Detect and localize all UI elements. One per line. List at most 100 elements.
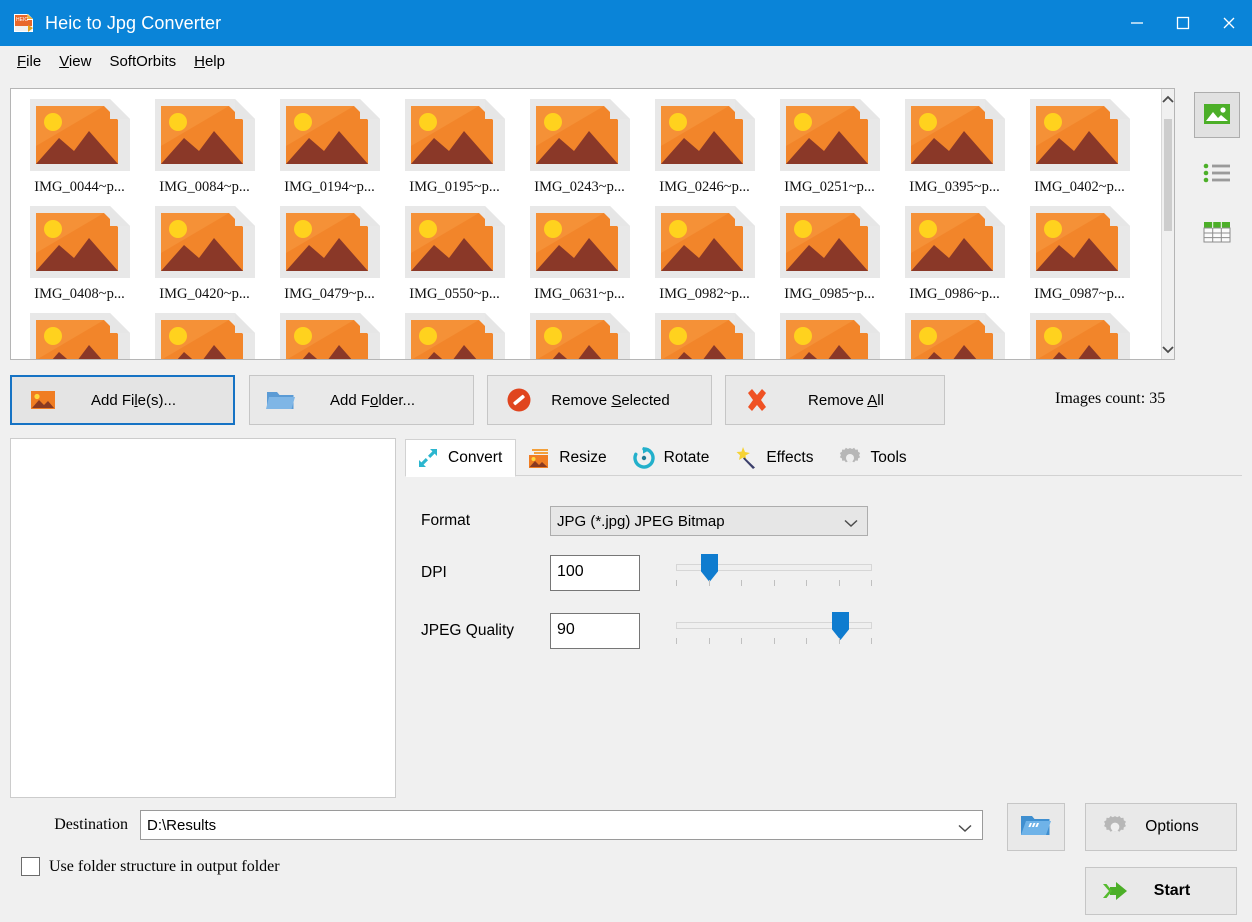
destination-combo-wrap[interactable] <box>140 810 983 840</box>
use-folder-structure-label: Use folder structure in output folder <box>49 858 280 876</box>
green-arrow-icon <box>1100 876 1130 906</box>
thumbnail-image <box>526 95 634 175</box>
thumbnail-item[interactable] <box>892 309 1017 359</box>
thumbnail-item[interactable] <box>17 309 142 359</box>
list-view-button[interactable] <box>1194 151 1240 197</box>
destination-input[interactable] <box>140 810 983 840</box>
tab-tools[interactable]: Tools <box>827 438 920 476</box>
convert-tab-body: Format JPG (*.jpg) JPEG Bitmap DPI <box>405 476 1242 652</box>
thumbnail-item[interactable]: IMG_0987~p... <box>1017 202 1142 303</box>
thumbnail-label: IMG_0408~p... <box>34 286 124 303</box>
thumbnail-grid[interactable]: IMG_0044~p... IMG_0084~p... IMG_0194~p..… <box>11 89 1161 359</box>
dpi-slider[interactable] <box>676 552 872 594</box>
image-preview-panel[interactable] <box>10 438 396 798</box>
menu-bar: File View SoftOrbits Help <box>0 46 1252 76</box>
thumbnail-item[interactable] <box>642 309 767 359</box>
thumbnail-image <box>526 309 634 359</box>
close-icon[interactable] <box>1206 0 1252 46</box>
details-view-button[interactable] <box>1194 210 1240 256</box>
format-label: Format <box>405 512 550 530</box>
dpi-input[interactable] <box>550 555 640 591</box>
thumbnail-item[interactable] <box>267 309 392 359</box>
thumbnail-label: IMG_0194~p... <box>284 179 374 196</box>
thumbnail-label: IMG_0402~p... <box>1034 179 1124 196</box>
thumbnail-item[interactable]: IMG_0479~p... <box>267 202 392 303</box>
destination-label: Destination <box>0 816 140 834</box>
view-mode-buttons <box>1194 92 1242 269</box>
jpeg-quality-input[interactable] <box>550 613 640 649</box>
thumbnail-item[interactable] <box>767 309 892 359</box>
tab-convert[interactable]: Convert <box>405 439 516 477</box>
resize-image-icon <box>526 445 552 471</box>
thumbnail-item[interactable]: IMG_0982~p... <box>642 202 767 303</box>
thumbnail-item[interactable]: IMG_0420~p... <box>142 202 267 303</box>
images-count-label: Images count: 35 <box>1055 390 1165 408</box>
window-title: Heic to Jpg Converter <box>45 13 221 34</box>
thumbnail-item[interactable]: IMG_0195~p... <box>392 95 517 196</box>
convert-arrows-icon <box>415 445 441 471</box>
tab-rotate[interactable]: Rotate <box>621 438 724 476</box>
thumbnail-item[interactable]: IMG_0395~p... <box>892 95 1017 196</box>
tab-effects[interactable]: Effects <box>723 438 827 476</box>
title-bar: HEIC Heic to Jpg Converter <box>0 0 1252 46</box>
remove-all-button[interactable]: Remove All <box>725 375 945 425</box>
jpeg-quality-slider[interactable] <box>676 610 872 652</box>
thumbnail-label: IMG_0243~p... <box>534 179 624 196</box>
thumbnail-item[interactable]: IMG_0251~p... <box>767 95 892 196</box>
dpi-slider-ticks <box>676 580 872 586</box>
thumbnail-image <box>401 309 509 359</box>
chevron-down-icon[interactable] <box>1162 339 1174 359</box>
thumbnail-item[interactable]: IMG_0631~p... <box>517 202 642 303</box>
add-folder-button[interactable]: Add Folder... <box>249 375 474 425</box>
format-select[interactable]: JPG (*.jpg) JPEG Bitmap <box>550 506 868 536</box>
thumbnail-item[interactable]: IMG_0194~p... <box>267 95 392 196</box>
thumbnail-item[interactable]: IMG_0243~p... <box>517 95 642 196</box>
menu-item-file[interactable]: File <box>8 49 50 74</box>
thumbnail-scrollport[interactable]: IMG_0044~p... IMG_0084~p... IMG_0194~p..… <box>11 89 1161 359</box>
dpi-label: DPI <box>405 564 550 582</box>
menu-item-help[interactable]: Help <box>185 49 234 74</box>
thumbnail-panel[interactable]: IMG_0044~p... IMG_0084~p... IMG_0194~p..… <box>10 88 1175 360</box>
options-button[interactable]: Options <box>1085 803 1237 851</box>
thumbnail-item[interactable] <box>517 309 642 359</box>
menu-item-softorbits[interactable]: SoftOrbits <box>100 49 185 74</box>
thumbnail-image <box>401 202 509 282</box>
tab-resize[interactable]: Resize <box>516 438 620 476</box>
thumbnail-item[interactable]: IMG_0550~p... <box>392 202 517 303</box>
use-folder-structure-row[interactable]: Use folder structure in output folder <box>21 857 280 876</box>
thumbnail-view-button[interactable] <box>1194 92 1240 138</box>
start-button[interactable]: Start <box>1085 867 1237 915</box>
thumbnail-image <box>651 95 759 175</box>
scrollbar-track[interactable] <box>1162 109 1174 339</box>
dpi-slider-thumb[interactable] <box>701 554 718 582</box>
thumbnail-image <box>26 309 134 359</box>
tab-tools-label: Tools <box>870 449 906 467</box>
scrollbar-thumb[interactable] <box>1164 119 1172 231</box>
thumbnail-item[interactable]: IMG_0044~p... <box>17 95 142 196</box>
thumbnail-item[interactable]: IMG_0402~p... <box>1017 95 1142 196</box>
thumbnail-item[interactable]: IMG_0408~p... <box>17 202 142 303</box>
format-combo-wrap[interactable]: JPG (*.jpg) JPEG Bitmap <box>550 506 868 536</box>
minimize-icon[interactable] <box>1114 0 1160 46</box>
jpeg-quality-slider-thumb[interactable] <box>832 612 849 640</box>
chevron-up-icon[interactable] <box>1162 89 1174 109</box>
maximize-icon[interactable] <box>1160 0 1206 46</box>
svg-text:HEIC: HEIC <box>16 17 28 23</box>
browse-destination-button[interactable] <box>1007 803 1065 851</box>
thumbnail-item[interactable] <box>142 309 267 359</box>
thumbnail-item[interactable]: IMG_0985~p... <box>767 202 892 303</box>
use-folder-structure-checkbox[interactable] <box>21 857 40 876</box>
add-files-label: Add File(s)... <box>60 392 233 409</box>
remove-selected-button[interactable]: Remove Selected <box>487 375 712 425</box>
thumbnail-item[interactable] <box>392 309 517 359</box>
thumbnail-item[interactable]: IMG_0246~p... <box>642 95 767 196</box>
thumbnail-item[interactable]: IMG_0986~p... <box>892 202 1017 303</box>
window-controls <box>1114 0 1252 46</box>
menu-item-view[interactable]: View <box>50 49 100 74</box>
thumbnail-label: IMG_0395~p... <box>909 179 999 196</box>
thumbnail-scrollbar[interactable] <box>1161 89 1174 359</box>
add-files-button[interactable]: Add File(s)... <box>10 375 235 425</box>
thumbnail-item[interactable]: IMG_0084~p... <box>142 95 267 196</box>
thumbnail-item[interactable] <box>1017 309 1142 359</box>
list-icon <box>1202 161 1232 188</box>
